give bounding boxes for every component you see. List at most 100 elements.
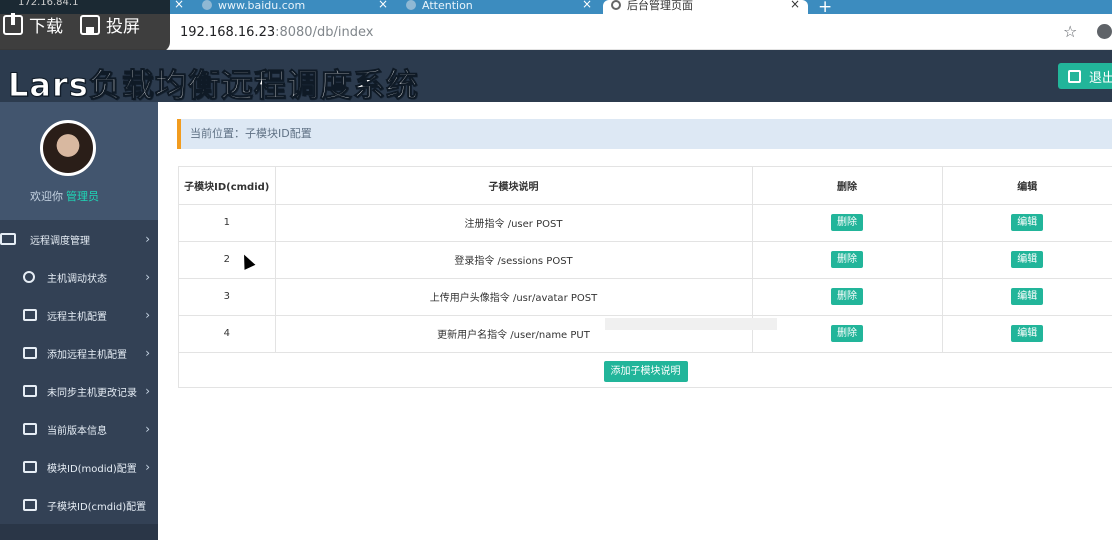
profile-panel: 欢迎你 管理员 (0, 102, 158, 220)
chevron-right-icon: › (145, 346, 150, 360)
user-role[interactable]: 管理员 (66, 190, 99, 203)
edit-button[interactable]: 编辑 (1011, 325, 1044, 342)
globe-icon (202, 0, 212, 10)
delete-button[interactable]: 删除 (831, 288, 863, 305)
app-title: Lars负载均衡远程调度系统 (8, 66, 419, 105)
table-row: 3 上传用户头像指令 /usr/avatar POST 删除 编辑 (179, 278, 1112, 316)
globe-icon (406, 0, 416, 10)
download-icon (3, 12, 23, 35)
cell-id: 3 (179, 278, 276, 316)
sidebar-item-remote-dispatch[interactable]: 远程调度管理 › (0, 220, 158, 258)
welcome-text: 欢迎你 管理员 (30, 188, 99, 204)
sidebar-item-label: 当前版本信息 (47, 425, 107, 437)
edit-icon (1068, 69, 1081, 83)
column-header-desc: 子模块说明 (275, 167, 753, 205)
cmdid-table: 子模块ID(cmdid) 子模块说明 删除 编辑 1 注册指令 /user PO… (178, 166, 1112, 388)
sidebar-item-label: 主机调动状态 (47, 273, 107, 285)
chevron-right-icon: › (145, 422, 150, 436)
sidebar-item-host-status[interactable]: 主机调动状态 › (0, 258, 158, 296)
browser-tab-baidu[interactable]: www.baidu.com × (194, 0, 396, 14)
delete-button[interactable]: 删除 (831, 251, 863, 268)
delete-button[interactable]: 删除 (831, 214, 863, 231)
sidebar-item-remote-host-config[interactable]: 远程主机配置 › (0, 296, 158, 334)
tab-label: 后台管理页面 (627, 0, 693, 12)
close-tab-icon[interactable]: × (582, 0, 592, 10)
cell-delete: 删除 (752, 204, 943, 242)
tab-label: Attention (422, 0, 473, 12)
table-header-row: 子模块ID(cmdid) 子模块说明 删除 编辑 (179, 167, 1112, 205)
sidebar-item-label: 未同步主机更改记录 (47, 387, 137, 399)
sidebar-item-label: 子模块ID(cmdid)配置 (47, 501, 147, 513)
cell-id: 2 (179, 241, 276, 279)
sidebar-item-cmdid-config[interactable]: 子模块ID(cmdid)配置 (0, 486, 158, 524)
cast-button[interactable]: 投屏 (80, 12, 140, 37)
cell-desc: 注册指令 /user POST (275, 204, 753, 242)
column-header-edit: 编辑 (942, 167, 1112, 205)
app-header: Lars负载均衡远程调度系统 退出 (0, 50, 1112, 105)
close-tab-icon[interactable]: × (174, 0, 184, 10)
url-host: 192.168.16.23 (180, 25, 276, 40)
video-tools-overlay: 172.16.84.1 下载 投屏 (0, 0, 170, 52)
sidebar-item-selected[interactable] (0, 524, 158, 540)
logout-button[interactable]: 退出 (1058, 63, 1112, 89)
edit-icon (23, 461, 37, 473)
sidebar-item-modid-config[interactable]: 模块ID(modid)配置 › (0, 448, 158, 486)
url-field[interactable]: 192.168.16.23:8080/db/index (180, 25, 373, 40)
search-icon (23, 271, 35, 283)
cell-edit: 编辑 (942, 278, 1112, 316)
cell-id: 1 (179, 204, 276, 242)
bookmark-star-icon[interactable]: ☆ (1063, 22, 1077, 41)
cell-delete: 删除 (752, 315, 943, 353)
card-icon (0, 233, 16, 245)
close-tab-icon[interactable]: × (790, 0, 800, 10)
download-button[interactable]: 下载 (3, 12, 63, 37)
breadcrumb: 当前位置：子模块ID配置 (177, 119, 1112, 149)
cast-icon (80, 14, 100, 35)
avatar (40, 120, 96, 176)
sidebar-item-label: 远程调度管理 (30, 235, 90, 247)
table-row: 2 登录指令 /sessions POST 删除 编辑 (179, 241, 1112, 279)
edit-button[interactable]: 编辑 (1011, 251, 1044, 268)
edit-icon (23, 347, 37, 359)
cell-edit: 编辑 (942, 315, 1112, 353)
chevron-right-icon: › (145, 232, 150, 246)
list-icon (23, 385, 37, 397)
tab-label: www.baidu.com (218, 0, 306, 12)
delete-button[interactable]: 删除 (831, 325, 863, 342)
cell-delete: 删除 (752, 241, 943, 279)
grid-icon (23, 309, 37, 321)
sidebar-item-unsynced-changes[interactable]: 未同步主机更改记录 › (0, 372, 158, 410)
add-cmdid-button[interactable]: 添加子模块说明 (603, 360, 688, 382)
cell-delete: 删除 (752, 278, 943, 316)
chevron-right-icon: › (145, 460, 150, 474)
close-tab-icon[interactable]: × (378, 0, 388, 10)
sidebar-item-version-info[interactable]: 当前版本信息 › (0, 410, 158, 448)
globe-icon (611, 0, 621, 10)
table-row: 1 注册指令 /user POST 删除 编辑 (179, 204, 1112, 242)
edit-button[interactable]: 编辑 (1011, 214, 1044, 231)
download-label: 下载 (29, 17, 63, 37)
edit-icon (23, 499, 37, 511)
profile-icon[interactable] (1097, 24, 1112, 39)
column-header-delete: 删除 (752, 167, 943, 205)
chevron-right-icon: › (145, 270, 150, 284)
edit-button[interactable]: 编辑 (1011, 288, 1044, 305)
sidebar-menu: 远程调度管理 › 主机调动状态 › 远程主机配置 › 添加远程主机配置 › 未同… (0, 220, 158, 540)
chevron-right-icon: › (145, 308, 150, 322)
logout-label: 退出 (1089, 70, 1112, 86)
chevron-right-icon: › (145, 384, 150, 398)
cast-label: 投屏 (106, 17, 140, 37)
sidebar-item-label: 模块ID(modid)配置 (47, 463, 137, 475)
cell-edit: 编辑 (942, 241, 1112, 279)
cell-desc: 上传用户头像指令 /usr/avatar POST (275, 278, 753, 316)
browser-tab-attention[interactable]: Attention × (398, 0, 600, 14)
sidebar: 欢迎你 管理员 远程调度管理 › 主机调动状态 › 远程主机配置 › 添加远程主机… (0, 102, 158, 540)
sidebar-item-add-remote-host[interactable]: 添加远程主机配置 › (0, 334, 158, 372)
blurred-area (605, 318, 777, 330)
sidebar-item-label: 远程主机配置 (47, 311, 107, 323)
browser-tab-admin[interactable]: 后台管理页面 × (603, 0, 808, 14)
list-icon (23, 423, 37, 435)
cell-id: 4 (179, 315, 276, 353)
ip-label: 172.16.84.1 (18, 0, 79, 8)
cell-edit: 编辑 (942, 204, 1112, 242)
